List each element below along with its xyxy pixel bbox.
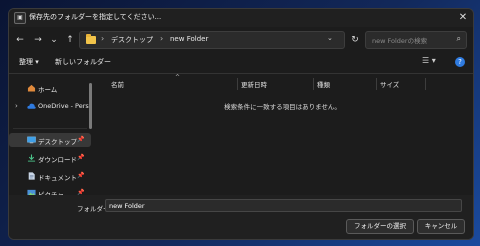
- refresh-button[interactable]: ↻: [348, 33, 362, 47]
- onedrive-icon: [27, 103, 36, 109]
- breadcrumb-new-folder[interactable]: new Folder: [170, 35, 208, 43]
- search-input[interactable]: new Folderの検索 ⌕: [365, 31, 467, 49]
- breadcrumb-separator: ›: [101, 34, 105, 43]
- sidebar-scrollbar[interactable]: [89, 83, 92, 129]
- select-folder-button[interactable]: フォルダーの選択: [346, 219, 414, 234]
- breadcrumb-desktop[interactable]: デスクトップ: [111, 35, 153, 45]
- column-header-modified[interactable]: 更新日時: [241, 79, 267, 89]
- search-placeholder: new Folderの検索: [372, 37, 428, 45]
- sidebar-item-label: OneDrive - Pers: [38, 102, 89, 110]
- folder-picker-dialog: ▣ 保存先のフォルダーを指定してください... ✕ ← → ⌄ ↑ › デスクト…: [8, 8, 474, 240]
- folder-picker-icon: ▣: [14, 12, 26, 24]
- address-bar[interactable]: › デスクトップ › new Folder ⌄: [79, 31, 345, 49]
- organize-button[interactable]: 整理 ▾: [19, 57, 39, 67]
- column-divider[interactable]: [237, 78, 238, 90]
- sidebar-item-onedrive[interactable]: › OneDrive - Pers: [9, 99, 91, 113]
- desktop-icon: [27, 136, 36, 144]
- folder-name-field[interactable]: new Folder: [105, 199, 462, 212]
- pin-icon: 📌: [77, 136, 85, 143]
- column-divider[interactable]: [425, 78, 426, 90]
- column-divider[interactable]: [376, 78, 377, 90]
- column-header-size[interactable]: サイズ: [380, 79, 399, 89]
- search-icon: ⌕: [456, 34, 461, 43]
- expand-chevron-icon[interactable]: ›: [15, 102, 18, 110]
- address-history-dropdown[interactable]: ⌄: [327, 34, 333, 42]
- column-header-name[interactable]: 名前: [111, 79, 124, 89]
- navigation-pane: ホーム › OneDrive - Pers デスクトップ 📌 ダウンロード 📌 …: [9, 73, 93, 201]
- sidebar-item-home[interactable]: ホーム: [9, 81, 91, 95]
- document-icon: [28, 172, 35, 180]
- back-button[interactable]: ←: [13, 33, 27, 47]
- sidebar-item-desktop[interactable]: デスクトップ 📌: [9, 133, 91, 147]
- download-icon: [27, 154, 36, 162]
- new-folder-button[interactable]: 新しいフォルダー: [55, 57, 111, 67]
- home-icon: [27, 84, 36, 92]
- up-button[interactable]: ↑: [63, 33, 77, 47]
- column-divider[interactable]: [313, 78, 314, 90]
- view-options-icon[interactable]: ☰ ▾: [422, 56, 442, 68]
- sidebar-item-label: ダウンロード: [38, 156, 77, 164]
- sort-ascending-icon: ^: [175, 74, 181, 81]
- title-bar: ▣ 保存先のフォルダーを指定してください... ✕: [9, 9, 473, 27]
- sidebar-item-label: デスクトップ: [38, 138, 77, 146]
- sidebar-item-label: ドキュメント: [38, 174, 77, 182]
- command-bar: 整理 ▾ 新しいフォルダー ☰ ▾ ?: [9, 55, 473, 71]
- column-header-type[interactable]: 種類: [317, 79, 330, 89]
- navigation-bar: ← → ⌄ ↑ › デスクトップ › new Folder ⌄ ↻ new Fo…: [9, 31, 473, 49]
- recent-locations-dropdown[interactable]: ⌄: [47, 33, 61, 47]
- folder-icon: [86, 34, 96, 44]
- forward-button[interactable]: →: [31, 33, 45, 47]
- sidebar-divider: [13, 128, 87, 129]
- dialog-title: 保存先のフォルダーを指定してください...: [29, 13, 162, 21]
- pin-icon: 📌: [77, 172, 85, 179]
- pin-icon: 📌: [77, 154, 85, 161]
- breadcrumb-separator: ›: [160, 34, 164, 43]
- dialog-footer: フォルダー: new Folder フォルダーの選択 キャンセル: [9, 195, 473, 239]
- help-icon[interactable]: ?: [455, 57, 465, 67]
- file-list: ^ 名前 更新日時 種類 サイズ 検索条件に一致する項目はありません。: [95, 73, 473, 201]
- sidebar-item-downloads[interactable]: ダウンロード 📌: [9, 151, 91, 165]
- sidebar-item-label: ホーム: [38, 86, 58, 94]
- cancel-button[interactable]: キャンセル: [417, 219, 465, 234]
- close-button[interactable]: ✕: [457, 11, 469, 24]
- empty-results-message: 検索条件に一致する項目はありません。: [224, 103, 341, 111]
- sidebar-item-documents[interactable]: ドキュメント 📌: [9, 169, 91, 183]
